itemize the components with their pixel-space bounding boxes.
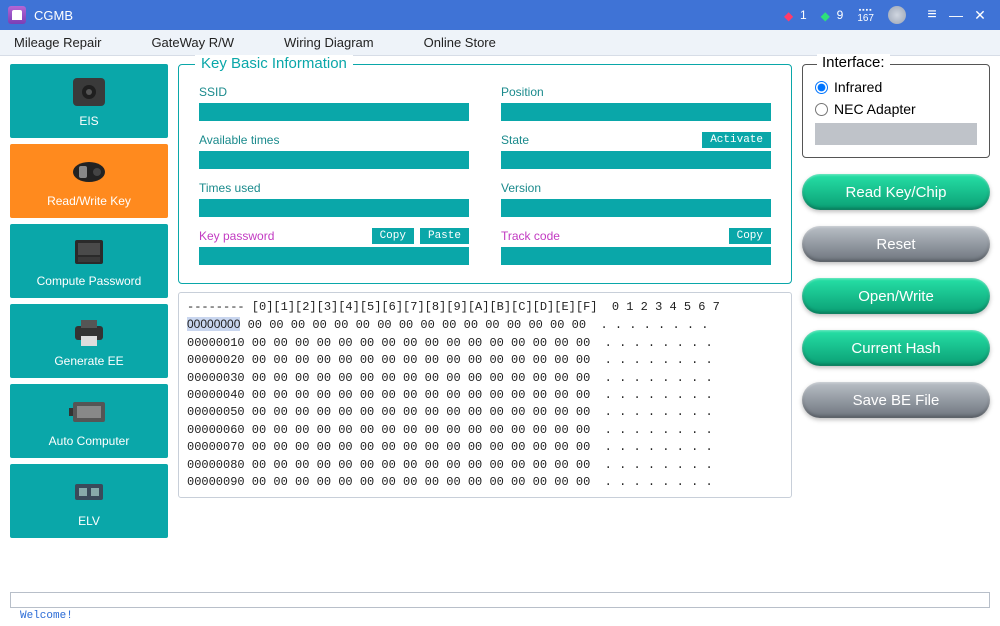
menu-button[interactable]: ≡ [920,6,944,24]
gem-red-icon: ◆ [784,9,796,21]
stat-red: ◆ 1 [784,8,807,22]
state-value [501,151,771,169]
hex-viewer[interactable]: -------- [0][1][2][3][4][5][6][7][8][9][… [178,292,792,498]
menu-wiring-diagram[interactable]: Wiring Diagram [278,33,380,52]
status-message: Welcome! [10,608,990,622]
times-used-value [199,199,469,217]
times-used-label: Times used [199,181,261,195]
key-icon [67,154,111,190]
sidebar: EIS Read/Write Key Compute Password Gene… [10,64,168,588]
stat-red-value: 1 [800,8,807,22]
gem-green-icon: ◆ [821,9,833,21]
center-column: Key Basic Information SSID Position Avai… [178,64,792,588]
field-position: Position [501,83,771,121]
field-track-code: Track code Copy [501,227,771,265]
copy-track-button[interactable]: Copy [729,228,771,244]
status-box [10,592,990,608]
ecu-icon [67,394,111,430]
field-available-times: Available times [199,131,469,169]
state-label: State [501,133,529,147]
field-ssid: SSID [199,83,469,121]
stat-green: ◆ 9 [821,8,844,22]
eis-icon [67,74,111,110]
sidebar-item-elv[interactable]: ELV [10,464,168,538]
field-key-password: Key password Copy Paste [199,227,469,265]
reset-button[interactable]: Reset [802,226,990,262]
track-code-value [501,247,771,265]
elv-icon [67,474,111,510]
menu-online-store[interactable]: Online Store [418,33,502,52]
save-be-button[interactable]: Save BE File [802,382,990,418]
menu-gateway-rw[interactable]: GateWay R/W [145,33,240,52]
app-title: CGMB [34,8,73,23]
radio-infrared-input[interactable] [815,81,828,94]
sidebar-label: Compute Password [37,274,142,288]
sidebar-label: Auto Computer [49,434,130,448]
sidebar-item-generate-ee[interactable]: Generate EE [10,304,168,378]
medal-icon [888,6,906,24]
version-label: Version [501,181,541,195]
sidebar-item-compute-password[interactable]: Compute Password [10,224,168,298]
radio-nec[interactable]: NEC Adapter [815,101,977,117]
app-icon [8,6,26,24]
radio-nec-input[interactable] [815,103,828,116]
sidebar-label: ELV [78,514,100,528]
password-icon [67,234,111,270]
track-code-label: Track code [501,229,560,243]
activate-button[interactable]: Activate [702,132,771,148]
sidebar-item-auto-computer[interactable]: Auto Computer [10,384,168,458]
radio-nec-label: NEC Adapter [834,101,916,117]
open-write-button[interactable]: Open/Write [802,278,990,314]
current-hash-button[interactable]: Current Hash [802,330,990,366]
version-value [501,199,771,217]
sidebar-label: Generate EE [54,354,123,368]
right-column: Interface: Infrared NEC Adapter Read Key… [802,64,990,588]
available-label: Available times [199,133,279,147]
close-button[interactable]: ✕ [968,7,992,24]
printer-icon [67,314,111,350]
title-bar: CGMB ◆ 1 ◆ 9 ▪▪▪▪ 167 ≡ — ✕ [0,0,1000,30]
position-label: Position [501,85,544,99]
stat-date: ▪▪▪▪ 167 [857,7,874,24]
ssid-value [199,103,469,121]
sidebar-item-eis[interactable]: EIS [10,64,168,138]
minimize-button[interactable]: — [944,7,968,23]
paste-password-button[interactable]: Paste [420,228,469,244]
radio-infrared[interactable]: Infrared [815,79,977,95]
menu-mileage-repair[interactable]: Mileage Repair [8,33,107,52]
field-state: State Activate [501,131,771,169]
interface-status-box [815,123,977,145]
field-version: Version [501,179,771,217]
interface-fieldset: Interface: Infrared NEC Adapter [802,64,990,158]
read-key-button[interactable]: Read Key/Chip [802,174,990,210]
stat-date-value: 167 [857,14,874,24]
key-info-fieldset: Key Basic Information SSID Position Avai… [178,64,792,284]
position-value [501,103,771,121]
stat-green-value: 9 [837,8,844,22]
menu-bar: Mileage Repair GateWay R/W Wiring Diagra… [0,30,1000,56]
main-area: EIS Read/Write Key Compute Password Gene… [0,56,1000,592]
ssid-label: SSID [199,85,227,99]
key-info-legend: Key Basic Information [195,55,353,72]
radio-infrared-label: Infrared [834,79,882,95]
available-value [199,151,469,169]
status-area: Welcome! [0,592,1000,626]
sidebar-label: Read/Write Key [47,194,131,208]
copy-password-button[interactable]: Copy [372,228,414,244]
key-password-label: Key password [199,229,274,243]
key-password-value [199,247,469,265]
field-times-used: Times used [199,179,469,217]
sidebar-item-read-write-key[interactable]: Read/Write Key [10,144,168,218]
interface-legend: Interface: [817,54,890,71]
sidebar-label: EIS [79,114,98,128]
